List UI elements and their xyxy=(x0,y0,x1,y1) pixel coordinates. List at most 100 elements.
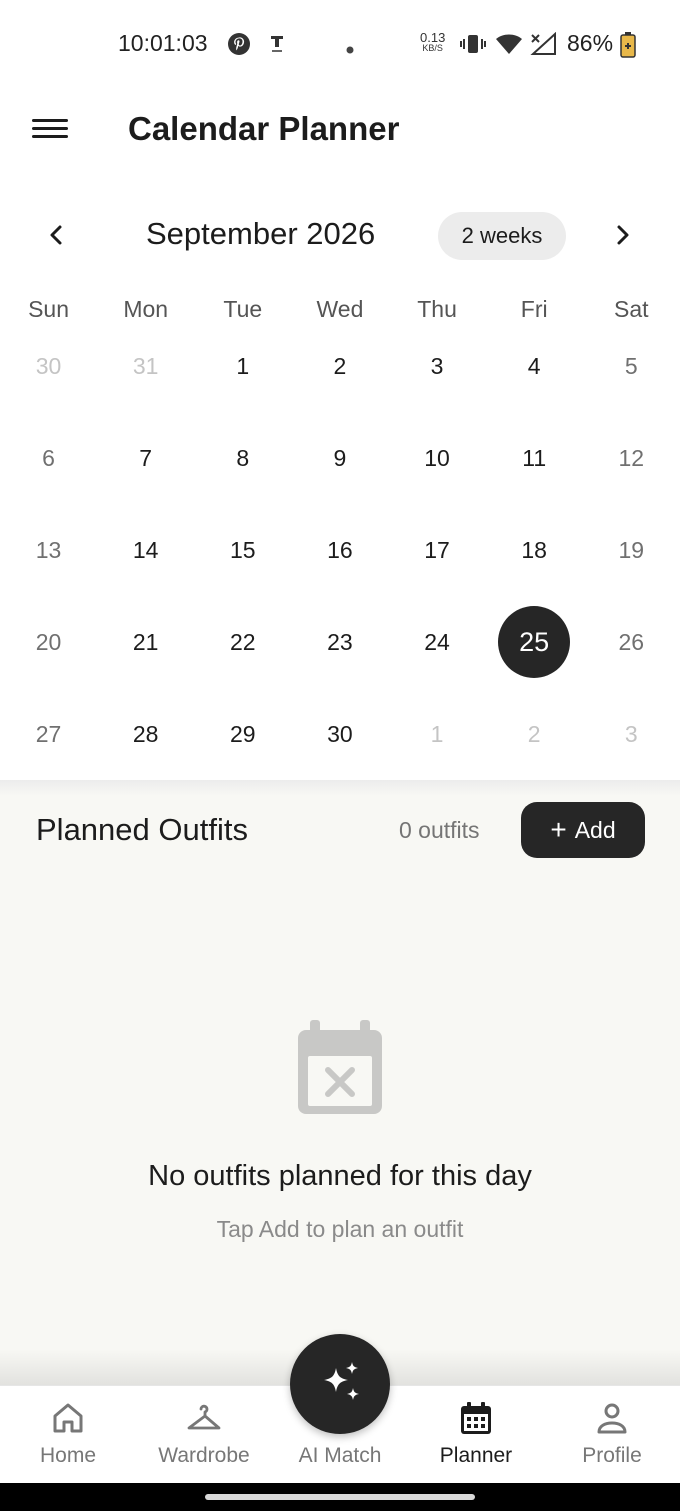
calendar-day[interactable]: 8 xyxy=(194,412,291,504)
add-outfit-button[interactable]: + Add xyxy=(521,802,645,858)
calendar-day[interactable]: 31 xyxy=(97,320,194,412)
page-title: Calendar Planner xyxy=(128,110,400,147)
battery-percent: 86% xyxy=(567,30,614,56)
day-number: 1 xyxy=(430,720,444,747)
calendar-day[interactable]: 3 xyxy=(389,320,486,412)
section-divider-shadow xyxy=(0,780,680,796)
calendar-grid: 30 31 1 2 3 4 5 6 7 8 9 10 11 12 13 14 1… xyxy=(0,320,680,780)
calendar-week: 20 21 22 23 24 25 26 xyxy=(0,596,680,688)
calendar-day[interactable]: 21 xyxy=(97,596,194,688)
calendar-day-selected[interactable]: 25 xyxy=(486,596,583,688)
day-number: 20 xyxy=(35,628,62,655)
day-number: 16 xyxy=(327,536,353,563)
home-gesture-pill[interactable] xyxy=(205,1494,475,1500)
calendar-day[interactable]: 4 xyxy=(486,320,583,412)
day-number: 6 xyxy=(42,444,55,471)
day-number: 2 xyxy=(333,352,347,379)
calendar-day[interactable]: 30 xyxy=(291,688,388,780)
calendar-day[interactable]: 24 xyxy=(389,596,486,688)
calendar-day[interactable]: 20 xyxy=(0,596,97,688)
nav-label: AI Match xyxy=(298,1444,382,1467)
day-number: 18 xyxy=(521,536,547,563)
calendar-week: 6 7 8 9 10 11 12 xyxy=(0,412,680,504)
day-number: 13 xyxy=(35,536,62,563)
notification-dot-icon xyxy=(346,41,354,59)
day-number: 4 xyxy=(527,352,541,379)
plus-icon: + xyxy=(550,814,567,845)
calendar-day[interactable]: 19 xyxy=(583,504,680,596)
nav-label: Profile xyxy=(582,1444,642,1467)
day-number: 23 xyxy=(327,628,353,655)
calendar-day[interactable]: 5 xyxy=(583,320,680,412)
pinterest-icon xyxy=(227,32,251,61)
calendar-day[interactable]: 2 xyxy=(291,320,388,412)
nav-item-home[interactable]: Home xyxy=(0,1386,136,1483)
nav-label: Wardrobe xyxy=(158,1444,250,1467)
day-number: 19 xyxy=(618,536,645,563)
day-number: 7 xyxy=(139,444,153,471)
status-bar: 10:01:03 0.13 KB/S 86% xyxy=(0,0,680,90)
calendar-day[interactable]: 17 xyxy=(389,504,486,596)
calendar-day[interactable]: 23 xyxy=(291,596,388,688)
calendar-day[interactable]: 18 xyxy=(486,504,583,596)
calendar-day[interactable]: 27 xyxy=(0,688,97,780)
previous-month-button[interactable] xyxy=(36,215,76,255)
day-number: 14 xyxy=(132,536,159,563)
nav-item-planner[interactable]: Planner xyxy=(408,1386,544,1483)
menu-button[interactable] xyxy=(30,114,70,148)
calendar-day[interactable]: 29 xyxy=(194,688,291,780)
calendar-day[interactable]: 16 xyxy=(291,504,388,596)
day-number: 3 xyxy=(624,720,638,747)
no-signal-icon xyxy=(530,31,558,61)
calendar-day[interactable]: 15 xyxy=(194,504,291,596)
nav-item-profile[interactable]: Profile xyxy=(544,1386,680,1483)
calendar-day[interactable]: 12 xyxy=(583,412,680,504)
calendar-day[interactable]: 1 xyxy=(194,320,291,412)
calendar-day[interactable]: 28 xyxy=(97,688,194,780)
day-number: 29 xyxy=(230,720,256,747)
calendar-day[interactable]: 1 xyxy=(389,688,486,780)
day-number: 9 xyxy=(333,444,347,471)
calendar-day[interactable]: 30 xyxy=(0,320,97,412)
calendar-icon xyxy=(461,1402,491,1434)
calendar-day[interactable]: 3 xyxy=(583,688,680,780)
calendar-week: 27 28 29 30 1 2 3 xyxy=(0,688,680,780)
range-toggle-chip[interactable]: 2 weeks xyxy=(438,212,566,260)
empty-state-title: No outfits planned for this day xyxy=(148,1160,532,1192)
calendar-day[interactable]: 9 xyxy=(291,412,388,504)
day-number: 10 xyxy=(424,444,450,471)
next-month-button[interactable] xyxy=(603,215,643,255)
tplay-icon xyxy=(268,32,286,61)
nav-item-wardrobe[interactable]: Wardrobe xyxy=(136,1386,272,1483)
day-number: 15 xyxy=(230,536,256,563)
day-number: 24 xyxy=(424,628,450,655)
nav-label: Planner xyxy=(439,1444,513,1467)
menu-icon-bar xyxy=(32,135,68,138)
calendar-day[interactable]: 26 xyxy=(583,596,680,688)
calendar-week: 13 14 15 16 17 18 19 xyxy=(0,504,680,596)
day-number: 26 xyxy=(618,628,645,655)
calendar-day[interactable]: 6 xyxy=(0,412,97,504)
day-number: 5 xyxy=(624,352,638,379)
menu-icon xyxy=(32,119,68,122)
day-number: 17 xyxy=(424,536,450,563)
day-number: 30 xyxy=(35,352,62,379)
month-header: September 2026 2 weeks xyxy=(0,205,680,265)
menu-icon-bar xyxy=(32,127,68,130)
calendar-day[interactable]: 10 xyxy=(389,412,486,504)
calendar-day[interactable]: 11 xyxy=(486,412,583,504)
month-label: September 2026 xyxy=(146,216,376,251)
calendar-day[interactable]: 14 xyxy=(97,504,194,596)
hanger-icon xyxy=(187,1404,221,1430)
ai-match-fab[interactable] xyxy=(290,1334,390,1434)
day-number: 1 xyxy=(236,352,250,379)
calendar-day[interactable]: 22 xyxy=(194,596,291,688)
calendar-day[interactable]: 7 xyxy=(97,412,194,504)
calendar-day[interactable]: 13 xyxy=(0,504,97,596)
battery-charging-icon xyxy=(620,32,636,63)
network-speed: 0.13 KB/S xyxy=(420,30,446,53)
app-bar: Calendar Planner xyxy=(0,90,680,170)
outfit-count: 0 outfits xyxy=(399,817,480,843)
calendar-day[interactable]: 2 xyxy=(486,688,583,780)
system-gesture-area xyxy=(0,1483,680,1511)
